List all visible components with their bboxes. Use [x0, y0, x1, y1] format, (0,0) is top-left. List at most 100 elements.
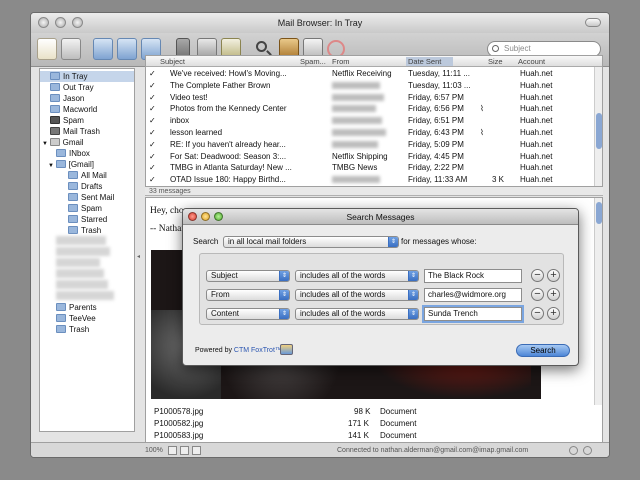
preview-scrollbar[interactable]	[594, 198, 602, 414]
zoom-in-icon[interactable]	[180, 446, 189, 455]
preview-greeting: Hey, cho	[150, 206, 184, 216]
new-message-icon[interactable]	[37, 38, 57, 60]
search-button[interactable]: Search	[516, 344, 570, 357]
dialog-title-bar: Search Messages	[183, 209, 578, 225]
disclosure-triangle-icon[interactable]: ▼	[48, 163, 56, 169]
add-criteria-button[interactable]: +	[547, 307, 560, 320]
powered-by-label: Powered by CTM FoxTrot™	[195, 345, 282, 357]
activity-icon[interactable]	[569, 446, 578, 455]
sidebar-item-mail-trash[interactable]: Mail Trash	[50, 126, 100, 137]
message-account: Huah.net	[520, 116, 553, 126]
zoom-out-icon[interactable]	[168, 446, 177, 455]
read-check-icon: ✓	[149, 69, 156, 78]
scope-suffix: for messages whose:	[401, 237, 477, 246]
dialog-window-controls	[188, 212, 223, 221]
operator-popup-subject[interactable]: includes all of the words ⇕	[295, 270, 419, 282]
attachment-row[interactable]: P1000582.jpg 171 K Document	[154, 418, 594, 429]
column-size[interactable]: Size	[488, 57, 503, 66]
sidebar-item-gmail-spam[interactable]: Spam	[68, 203, 102, 214]
sidebar-item-sent-mail[interactable]: Sent Mail	[68, 192, 114, 203]
attachment-row[interactable]: P1000578.jpg 98 K Document	[154, 406, 594, 417]
sidebar-item-spam[interactable]: Spam	[50, 115, 84, 126]
sidebar-item-label: Parents	[69, 303, 97, 312]
splitter-handle-icon[interactable]: ◂	[137, 253, 140, 260]
column-subject[interactable]: Subject	[160, 57, 185, 66]
remove-criteria-button[interactable]: −	[531, 269, 544, 282]
attachment-kind: Document	[380, 407, 417, 416]
sidebar-item-trash[interactable]: Trash	[56, 324, 89, 335]
message-row[interactable]: ✓ Video test! Friday, 6:57 PM Huah.net	[146, 92, 602, 104]
message-row[interactable]: ✓ TMBG in Atlanta Saturday! New ... TMBG N…	[146, 162, 602, 174]
message-account: Huah.net	[520, 104, 553, 114]
scroll-thumb[interactable]	[596, 113, 602, 149]
sidebar-item-out-tray[interactable]: Out Tray	[50, 82, 94, 93]
message-date: Friday, 4:45 PM	[408, 151, 464, 161]
sidebar-item-jason[interactable]: Jason	[50, 93, 84, 104]
attachment-row[interactable]: P1000583.jpg 141 K Document	[154, 430, 594, 441]
search-label: Search	[193, 237, 219, 246]
sidebar-item-inbox[interactable]: INbox	[56, 148, 90, 159]
sidebar-item-macworld[interactable]: Macworld	[50, 104, 97, 115]
settings-icon[interactable]	[583, 446, 592, 455]
sidebar-item-parents[interactable]: Parents	[56, 302, 97, 313]
dialog-zoom-button[interactable]	[214, 212, 223, 221]
message-row[interactable]: ✓ For Sat: Deadwood: Season 3:... Netflix …	[146, 151, 602, 163]
message-row[interactable]: ✓ lesson learned Friday, 6:43 PM ⌇ Huah.net	[146, 127, 602, 139]
minimize-button[interactable]	[55, 17, 66, 28]
dialog-minimize-button[interactable]	[201, 212, 210, 221]
column-from[interactable]: From	[332, 57, 350, 66]
criteria-value-content[interactable]: Sunda Trench	[424, 307, 522, 321]
close-button[interactable]	[38, 17, 49, 28]
read-check-icon: ✓	[149, 92, 156, 102]
message-row[interactable]: ✓ inbox Friday, 6:51 PM Huah.net	[146, 115, 602, 127]
title-bar: Mail Browser: In Tray	[31, 13, 609, 33]
field-popup-from[interactable]: From ⇕	[206, 289, 290, 301]
remove-criteria-button[interactable]: −	[531, 307, 544, 320]
sidebar-item-starred[interactable]: Starred	[68, 214, 107, 225]
attachment-icon[interactable]	[192, 446, 201, 455]
operator-popup-from[interactable]: includes all of the words ⇕	[295, 289, 419, 301]
vendor-link[interactable]: CTM FoxTrot™	[234, 347, 282, 354]
reply-all-icon[interactable]	[117, 38, 137, 60]
column-date-sent[interactable]: Date Sent	[406, 57, 454, 66]
add-criteria-button[interactable]: +	[547, 288, 560, 301]
add-criteria-button[interactable]: +	[547, 269, 560, 282]
read-check-icon: ✓	[149, 116, 156, 126]
folder-icon	[56, 314, 66, 322]
operator-popup-content[interactable]: includes all of the words ⇕	[295, 308, 419, 320]
message-row[interactable]: ✓ Photos from the Kennedy Center Friday, 6…	[146, 103, 602, 115]
remove-criteria-button[interactable]: −	[531, 288, 544, 301]
message-account: Huah.net	[520, 128, 553, 137]
sidebar-item-gmail-trash[interactable]: Trash	[68, 225, 101, 236]
column-spam[interactable]: Spam...	[300, 57, 326, 66]
message-row[interactable]: ✓ The Complete Father Brown Tuesday, 11:03…	[146, 80, 602, 92]
dialog-close-button[interactable]	[188, 212, 197, 221]
toolbar-toggle-button[interactable]	[585, 18, 601, 27]
field-popup-content[interactable]: Content ⇕	[206, 308, 290, 320]
sidebar-item-gmail-group[interactable]: ▼ [Gmail]	[48, 159, 94, 170]
sidebar-item-in-tray[interactable]: In Tray	[40, 71, 134, 82]
criteria-box: Subject ⇕ includes all of the words ⇕ The …	[199, 253, 564, 325]
disclosure-triangle-icon[interactable]: ▼	[42, 141, 50, 147]
sidebar-item-drafts[interactable]: Drafts	[68, 181, 102, 192]
print-icon[interactable]	[61, 38, 81, 60]
attachment-size: 171 K	[348, 419, 369, 428]
zoom-button[interactable]	[72, 17, 83, 28]
message-row[interactable]: ✓ We've received: Howl's Moving... Netflix…	[146, 68, 602, 80]
message-row[interactable]: ✓ RE: If you haven't already hear... Frida…	[146, 139, 602, 151]
message-list-scrollbar[interactable]	[594, 67, 602, 186]
reply-icon[interactable]	[93, 38, 113, 60]
sidebar-item-all-mail[interactable]: All Mail	[68, 170, 107, 181]
field-popup-subject[interactable]: Subject ⇕	[206, 270, 290, 282]
sidebar-item-gmail[interactable]: ▼ Gmail	[42, 137, 84, 148]
column-account[interactable]: Account	[518, 57, 545, 66]
message-row[interactable]: ✓ OTAD Issue 180: Happy Birthd... Friday, …	[146, 174, 602, 186]
sidebar-item-label: Spam	[63, 116, 84, 125]
scroll-thumb[interactable]	[596, 202, 602, 224]
paperclip-icon: ⌇	[480, 128, 484, 137]
criteria-value-from[interactable]: charles@widmore.org	[424, 288, 522, 302]
zoom-level[interactable]: 100%	[145, 447, 163, 454]
sidebar-item-teevee[interactable]: TeeVee	[56, 313, 96, 324]
scope-popup[interactable]: in all local mail folders ⇕	[223, 236, 399, 248]
criteria-value-subject[interactable]: The Black Rock	[424, 269, 522, 283]
